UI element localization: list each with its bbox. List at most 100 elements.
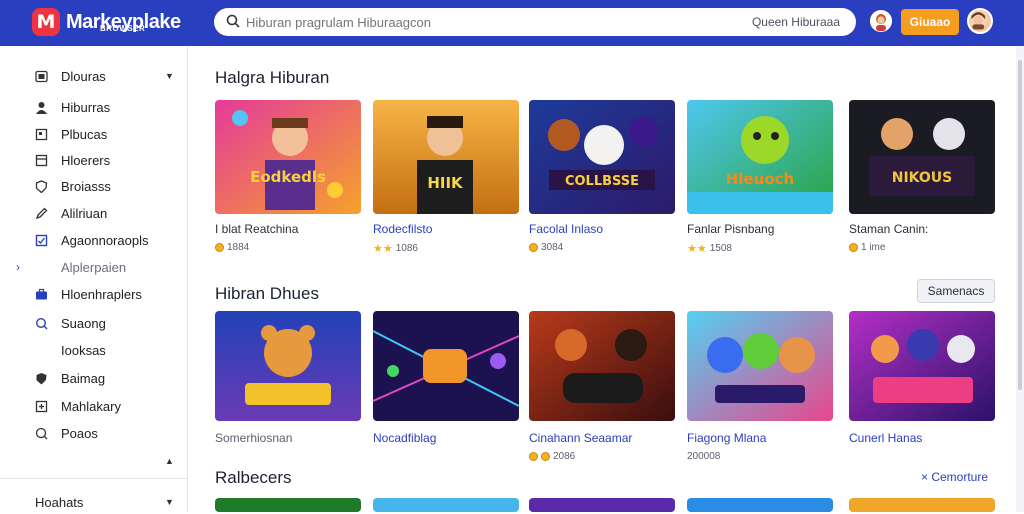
star-rating-icon: ★★ xyxy=(373,243,393,255)
coin-icon xyxy=(849,243,858,252)
coin-icon xyxy=(215,243,224,252)
game-card-thumbnail[interactable] xyxy=(687,498,833,512)
card-title[interactable]: Nocadfiblag xyxy=(373,431,436,445)
coin-icon xyxy=(541,452,550,461)
sidebar-item-edit[interactable]: Alilriuan xyxy=(0,201,188,225)
game-card-thumbnail[interactable] xyxy=(687,311,833,421)
card-title[interactable]: Cinahann Seaamar xyxy=(529,431,632,445)
chevron-right-icon[interactable]: › xyxy=(16,260,20,274)
sidebar-item-helpers[interactable]: Hloenhraplers xyxy=(0,282,188,306)
card-title[interactable]: Fiagong Mlana xyxy=(687,431,766,445)
game-card-thumbnail[interactable]: Hleuoch xyxy=(687,100,833,214)
game-card-thumbnail[interactable] xyxy=(373,311,519,421)
briefcase-icon xyxy=(36,288,47,299)
game-card-thumbnail[interactable]: NIKOUS xyxy=(849,100,995,214)
card-title[interactable]: Somerhiosnan xyxy=(215,431,292,445)
card-meta: ★★ 1086 xyxy=(373,243,418,255)
sidebar-item-looks[interactable]: Iooksas xyxy=(0,338,188,362)
sidebar-footer-item[interactable]: Hoahats ▼ xyxy=(0,490,188,514)
sidebar-item-label: Suaong xyxy=(61,315,106,331)
sidebar-item-apps[interactable]: › Alplerpaien xyxy=(0,255,188,279)
sidebar-item-agenda[interactable]: Agaonnoraopls xyxy=(0,228,188,252)
sidebar-footer-label: Hoahats xyxy=(35,494,84,510)
card-art-text: HIIK xyxy=(427,174,464,192)
card-title[interactable]: Staman Canin: xyxy=(849,222,928,236)
sidebar-item-label: Hloenhraplers xyxy=(61,286,142,302)
card-art-text: Eodkedls xyxy=(250,168,326,186)
scrollbar-thumb[interactable] xyxy=(1018,60,1022,390)
logo-mark-icon: M xyxy=(32,8,60,36)
window-icon xyxy=(35,154,48,166)
card-title[interactable]: Rodecfilsto xyxy=(373,222,432,236)
sidebar-divider xyxy=(0,478,188,479)
chevron-up-icon[interactable]: ▲ xyxy=(165,456,174,466)
game-card-thumbnail[interactable]: HIIK xyxy=(373,100,519,214)
sidebar-item-label: Hiburras xyxy=(61,99,111,115)
card-title[interactable]: Cunerl Hanas xyxy=(849,431,922,445)
sidebar-item-publics[interactable]: Plbucas xyxy=(0,122,188,146)
card-art-text: COLLBSSE xyxy=(565,174,639,189)
checklist-icon xyxy=(35,234,48,246)
star-rating-icon: ★★ xyxy=(687,243,707,255)
game-card-thumbnail[interactable] xyxy=(849,498,995,512)
game-card-thumbnail[interactable]: Eodkedls xyxy=(215,100,361,214)
person-icon xyxy=(36,101,47,114)
search-scope-label[interactable]: Queen Hiburaaa xyxy=(752,15,840,29)
card-meta: 200008 xyxy=(687,451,721,462)
sidebar-item-profile[interactable]: Hiburras xyxy=(0,95,188,119)
card-meta: 2086 xyxy=(529,451,575,462)
pen-icon xyxy=(35,207,48,219)
game-card-thumbnail[interactable] xyxy=(215,498,361,512)
card-title[interactable]: I blat Reatchina xyxy=(215,222,298,236)
sidebar-item-label: Alplerpaien xyxy=(61,259,127,275)
coin-icon xyxy=(529,243,538,252)
profile-avatar[interactable] xyxy=(967,8,993,34)
see-more-link[interactable]: × Cemorture xyxy=(921,470,988,484)
notifications-avatar-icon[interactable] xyxy=(870,10,892,32)
section-title: Halgra Hiburan xyxy=(215,68,330,87)
card-art-text: Hleuoch xyxy=(726,170,794,188)
chevron-down-icon[interactable]: ▼ xyxy=(165,71,174,81)
shield-icon xyxy=(35,179,48,193)
app-subtitle: BROWSER xyxy=(100,24,146,33)
search-input[interactable] xyxy=(246,12,666,32)
game-card-thumbnail[interactable]: COLLBSSE xyxy=(529,100,675,214)
card-title[interactable]: Fanlar Pisnbang xyxy=(687,222,774,236)
sidebar-item-label: Iooksas xyxy=(61,342,106,358)
sidebar-item-dashboard[interactable]: Dlouras ▼ xyxy=(0,64,188,88)
coin-icon xyxy=(529,452,538,461)
game-card-thumbnail[interactable] xyxy=(849,311,995,421)
see-all-button[interactable]: Samenacs xyxy=(917,279,995,303)
sidebar-item-label: Hloerers xyxy=(61,152,111,168)
sidebar-item-posts[interactable]: Poaos xyxy=(0,421,188,445)
sidebar-item-label: Broiasss xyxy=(61,178,111,194)
dashboard-icon xyxy=(35,70,48,82)
game-card-thumbnail[interactable] xyxy=(529,311,675,421)
header-cta-button[interactable]: Giuaao xyxy=(901,9,959,35)
plus-icon xyxy=(35,400,48,412)
sidebar-item-label: Plbucas xyxy=(61,126,108,142)
sidebar-item-browse[interactable]: Broiasss xyxy=(0,174,188,198)
sidebar-item-gaming[interactable]: Baimag xyxy=(0,366,188,390)
search-icon xyxy=(226,14,240,28)
search-bar[interactable]: Queen Hiburaaa xyxy=(214,8,856,36)
game-card-thumbnail[interactable] xyxy=(373,498,519,512)
game-card-thumbnail[interactable] xyxy=(215,311,361,421)
card-meta: 1 ime xyxy=(849,242,885,253)
sidebar: Dlouras ▼ Hiburras Plbucas Hloerers Broi… xyxy=(0,46,188,512)
chevron-down-icon[interactable]: ▼ xyxy=(165,497,174,507)
sidebar-item-search[interactable]: Suaong xyxy=(0,311,188,335)
main-content: Halgra Hiburan Eodkedls I blat Reatchina… xyxy=(189,46,1024,512)
sidebar-item-market[interactable]: Mahlakary xyxy=(0,394,188,418)
card-meta: 3084 xyxy=(529,242,563,253)
sidebar-item-label: Poaos xyxy=(61,425,98,441)
search-icon xyxy=(35,317,48,329)
sidebar-item-label: Agaonnoraopls xyxy=(61,232,149,248)
sidebar-item-label: Baimag xyxy=(61,370,106,386)
card-meta: 1884 xyxy=(215,242,249,253)
game-card-thumbnail[interactable] xyxy=(529,498,675,512)
card-title[interactable]: Facolal Inlaso xyxy=(529,222,603,236)
sidebar-item-label: Dlouras xyxy=(61,68,106,84)
sidebar-item-holders[interactable]: Hloerers xyxy=(0,148,188,172)
card-art-text: NIKOUS xyxy=(892,170,953,186)
